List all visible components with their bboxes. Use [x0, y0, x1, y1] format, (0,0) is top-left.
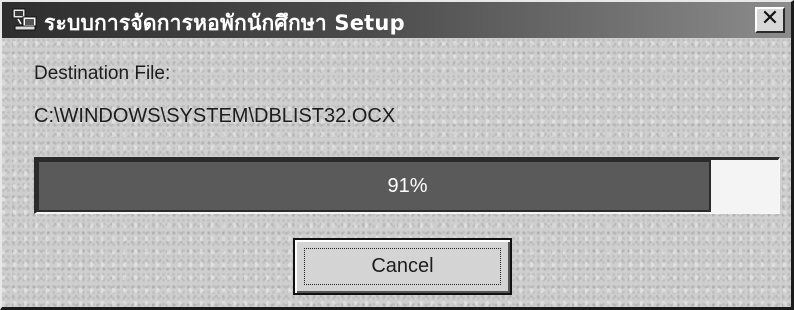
install-progress-bar: 91% — [34, 157, 780, 214]
setup-computer-icon — [12, 8, 37, 31]
close-icon: ✕ — [760, 6, 780, 31]
destination-file-path: C:\WINDOWS\SYSTEM\DBLIST32.OCX — [34, 105, 396, 127]
progress-percent-text: 91% — [387, 175, 428, 197]
title-bar[interactable]: ระบบการจัดการหอพักนักศึกษา Setup ✕ — [2, 2, 791, 38]
cancel-button[interactable]: Cancel — [293, 238, 512, 295]
setup-dialog: ระบบการจัดการหอพักนักศึกษา Setup ✕ Desti… — [0, 0, 794, 310]
window-title: ระบบการจัดการหอพักนักศึกษา Setup — [44, 11, 405, 35]
cancel-button-label: Cancel — [371, 255, 434, 277]
close-button[interactable]: ✕ — [755, 7, 785, 33]
destination-file-label: Destination File: — [34, 63, 171, 84]
